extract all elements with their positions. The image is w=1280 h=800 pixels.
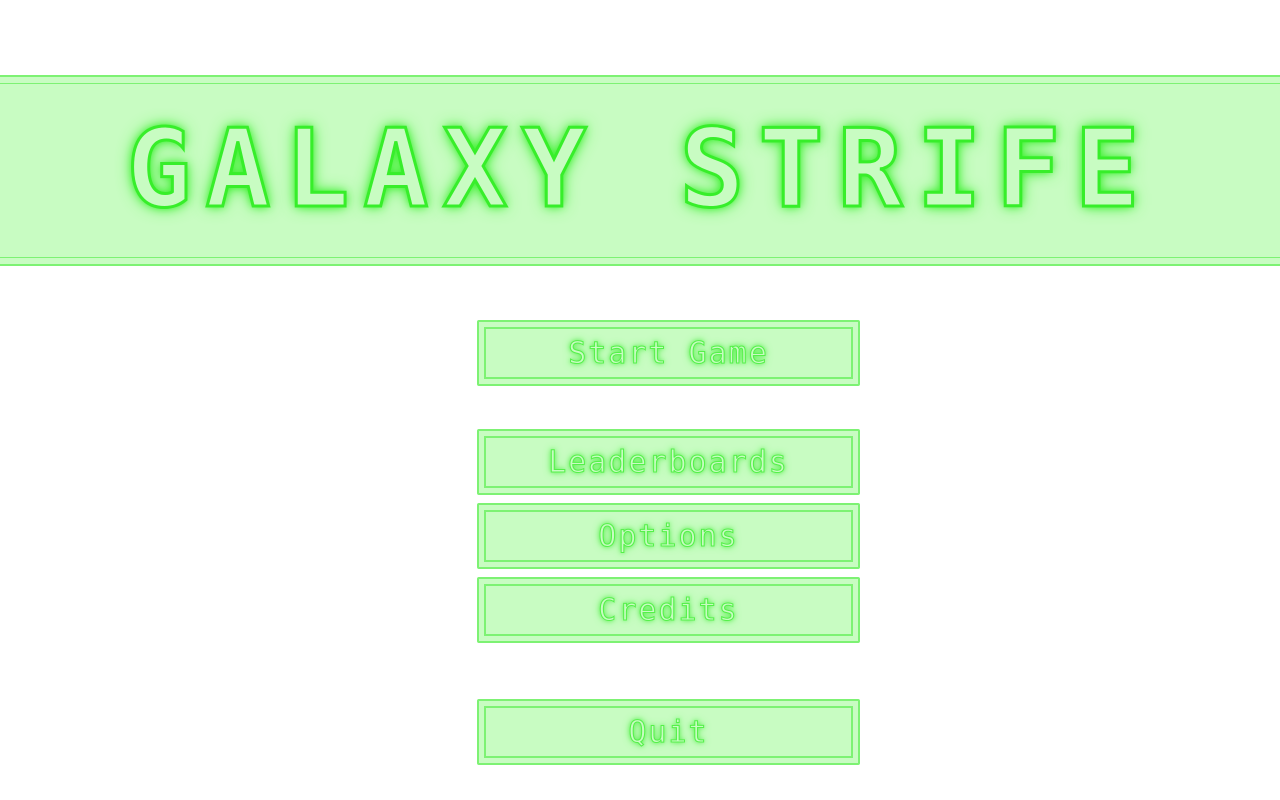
start-game-label: Start Game xyxy=(568,335,769,371)
options-button[interactable]: Options xyxy=(477,503,860,569)
options-label: Options xyxy=(598,518,739,554)
credits-label: Credits xyxy=(598,592,739,628)
leaderboards-button[interactable]: Leaderboards xyxy=(477,429,860,495)
title-banner: GALAXY STRIFE xyxy=(0,75,1280,266)
start-game-button[interactable]: Start Game xyxy=(477,320,860,386)
leaderboards-label: Leaderboards xyxy=(548,444,789,480)
quit-label: Quit xyxy=(628,714,709,750)
credits-button[interactable]: Credits xyxy=(477,577,860,643)
quit-button[interactable]: Quit xyxy=(477,699,860,765)
game-title: GALAXY STRIFE xyxy=(125,107,1154,232)
